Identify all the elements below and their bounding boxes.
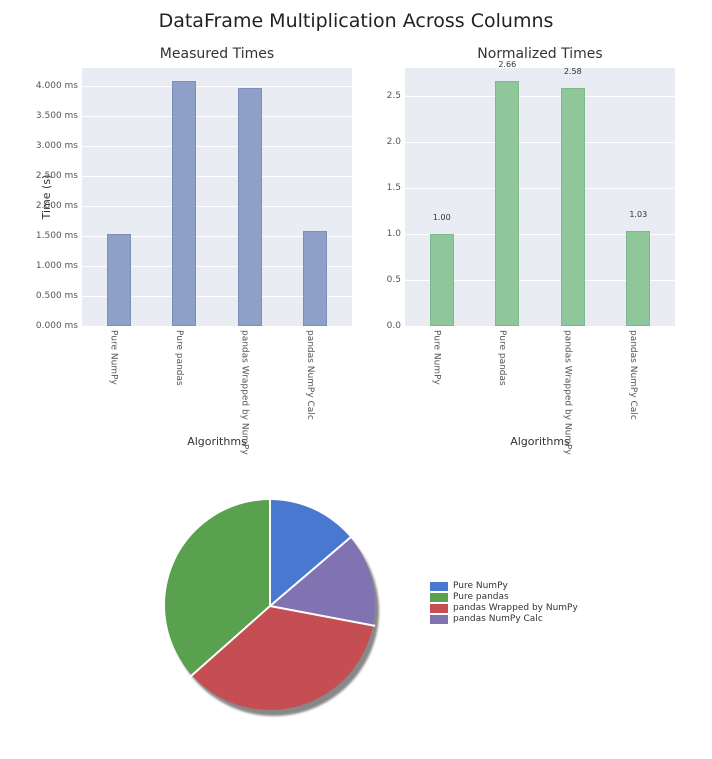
pie-disc xyxy=(165,500,375,710)
y-tick-label: 1.000 ms xyxy=(36,261,82,271)
y-tick-label: 1.5 xyxy=(387,183,405,193)
bar-chart-measured: Measured Times Time (s) Algorithms 0.000… xyxy=(82,68,352,326)
subplot-title: Measured Times xyxy=(82,46,352,62)
bar xyxy=(561,88,585,326)
figure-suptitle: DataFrame Multiplication Across Columns xyxy=(0,10,712,32)
subplot-title: Normalized Times xyxy=(405,46,675,62)
legend-swatch xyxy=(430,582,448,591)
legend-label: Pure pandas xyxy=(453,592,509,602)
bar xyxy=(172,81,196,326)
y-tick-label: 2.000 ms xyxy=(36,201,82,211)
bar xyxy=(626,231,650,326)
x-tick-label: Pure NumPy xyxy=(109,330,119,385)
pie-chart xyxy=(165,500,375,710)
legend-item: Pure NumPy xyxy=(430,581,578,591)
legend-swatch xyxy=(430,593,448,602)
bar-value-label: 2.66 xyxy=(498,60,516,69)
bars-container: Pure NumPyPure pandaspandas Wrapped by N… xyxy=(82,68,352,326)
bar-chart-normalized: Normalized Times Algorithms 0.00.51.01.5… xyxy=(405,68,675,326)
y-tick-label: 1.500 ms xyxy=(36,231,82,241)
bar xyxy=(107,234,131,326)
y-tick-label: 1.0 xyxy=(387,229,405,239)
legend-label: Pure NumPy xyxy=(453,581,508,591)
x-tick-label: pandas NumPy Calc xyxy=(628,330,638,420)
bar-value-label: 1.00 xyxy=(433,213,451,222)
bar-value-label: 1.03 xyxy=(629,210,647,219)
x-axis-label: Algorithms xyxy=(405,435,675,448)
x-tick-label: Pure pandas xyxy=(174,330,184,386)
legend-item: pandas Wrapped by NumPy xyxy=(430,603,578,613)
bars-container: 1.00Pure NumPy2.66Pure pandas2.58pandas … xyxy=(405,68,675,326)
x-tick-label: Pure NumPy xyxy=(432,330,442,385)
y-tick-label: 3.500 ms xyxy=(36,111,82,121)
y-tick-label: 3.000 ms xyxy=(36,141,82,151)
y-tick-label: 2.5 xyxy=(387,91,405,101)
y-tick-label: 0.0 xyxy=(387,321,405,331)
x-axis-label: Algorithms xyxy=(82,435,352,448)
x-tick-label: pandas Wrapped by NumPy xyxy=(563,330,573,455)
y-tick-label: 0.5 xyxy=(387,275,405,285)
legend-swatch xyxy=(430,615,448,624)
legend-label: pandas Wrapped by NumPy xyxy=(453,603,578,613)
legend-swatch xyxy=(430,604,448,613)
y-tick-label: 4.000 ms xyxy=(36,81,82,91)
legend-label: pandas NumPy Calc xyxy=(453,614,543,624)
y-tick-label: 2.500 ms xyxy=(36,171,82,181)
bar xyxy=(495,81,519,326)
bar xyxy=(430,234,454,326)
pie-legend: Pure NumPy Pure pandas pandas Wrapped by… xyxy=(430,580,578,625)
y-tick-label: 0.500 ms xyxy=(36,291,82,301)
figure: DataFrame Multiplication Across Columns … xyxy=(0,0,712,759)
bar xyxy=(238,88,262,326)
bar-value-label: 2.58 xyxy=(564,67,582,76)
y-tick-label: 2.0 xyxy=(387,137,405,147)
x-tick-label: pandas Wrapped by NumPy xyxy=(240,330,250,455)
legend-item: Pure pandas xyxy=(430,592,578,602)
x-tick-label: Pure pandas xyxy=(497,330,507,386)
x-tick-label: pandas NumPy Calc xyxy=(305,330,315,420)
legend-item: pandas NumPy Calc xyxy=(430,614,578,624)
bar xyxy=(303,231,327,326)
y-axis-label: Time (s) xyxy=(40,175,53,220)
y-tick-label: 0.000 ms xyxy=(36,321,82,331)
